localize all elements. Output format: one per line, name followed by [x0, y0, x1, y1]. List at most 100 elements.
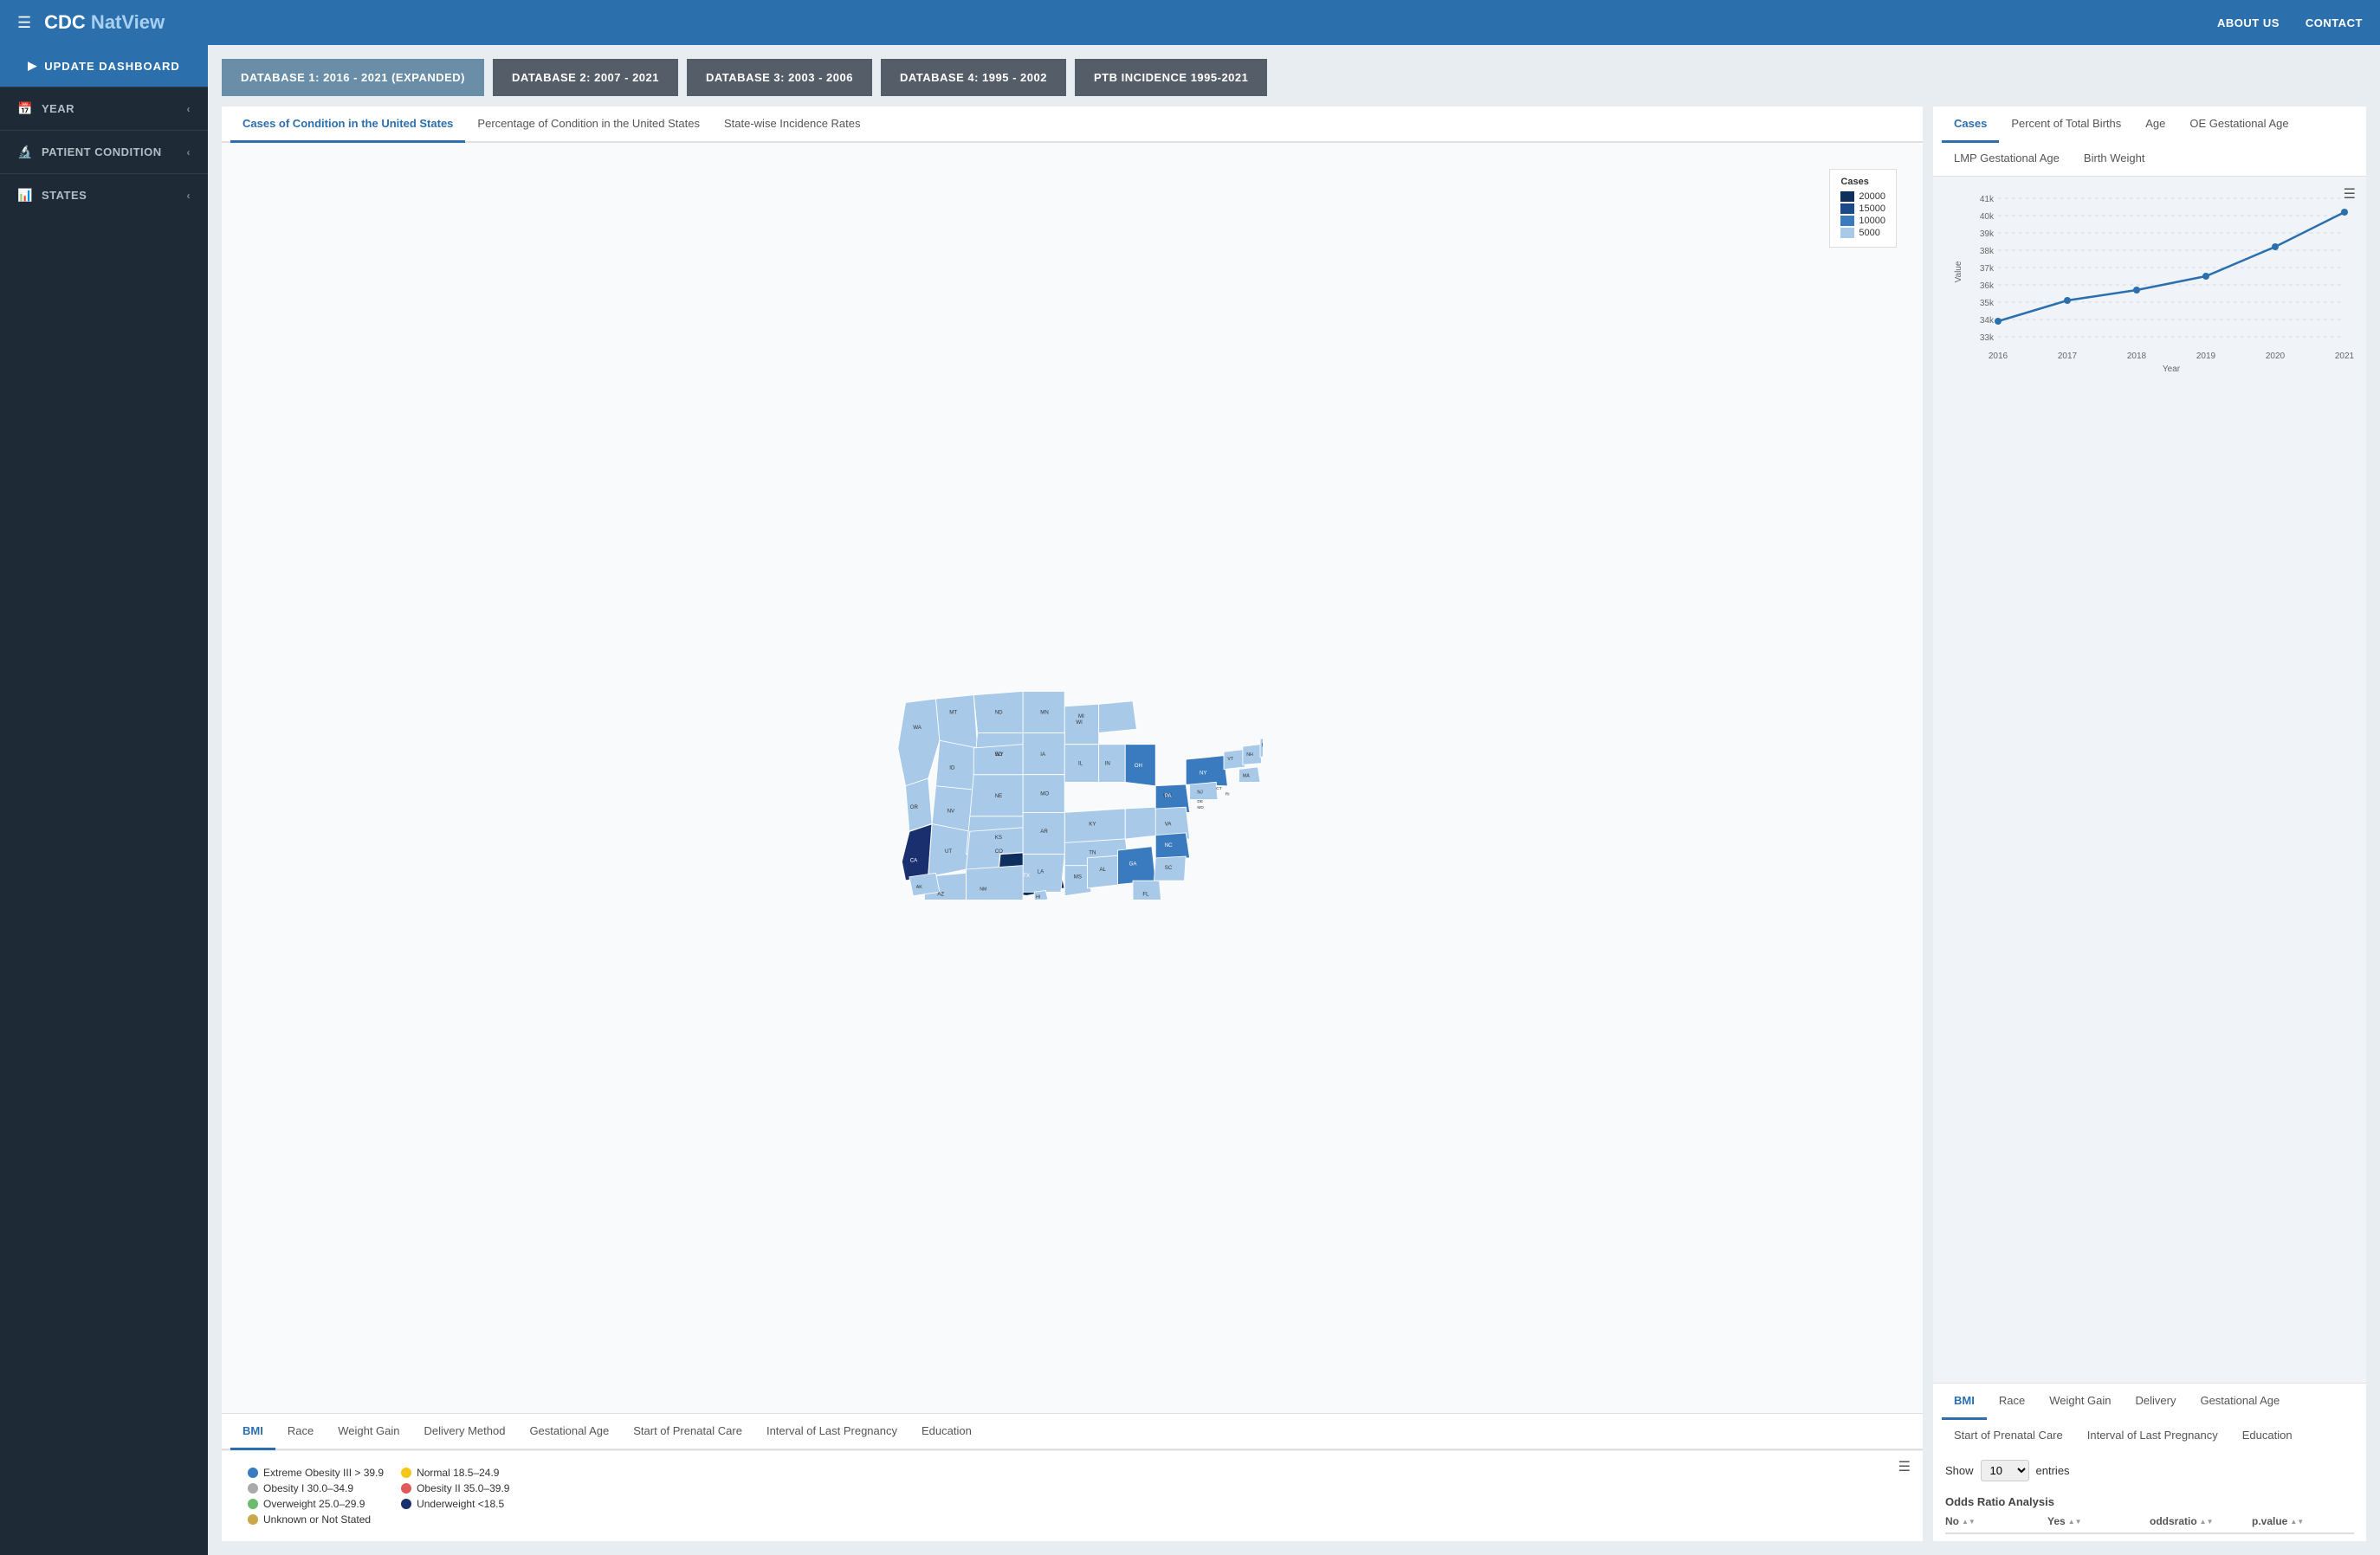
state-label-hi: HI: [1036, 894, 1040, 900]
right-tab-oe-gestational[interactable]: OE Gestational Age: [2177, 106, 2300, 143]
right-bottom-tab-race[interactable]: Race: [1987, 1384, 2037, 1420]
bmi-legend-area: Extreme Obesity III > 39.9 Normal 18.5–2…: [222, 1450, 1923, 1541]
main-content: DATABASE 1: 2016 - 2021 (EXPANDED) DATAB…: [208, 45, 2380, 1555]
sort-yes-icon[interactable]: ▲▼: [2068, 1518, 2082, 1526]
state-mi: [1099, 700, 1137, 732]
tab-statewise[interactable]: State-wise Incidence Rates: [712, 106, 873, 143]
sidebar: ▶ UPDATE DASHBOARD 📅 YEAR ‹ 🔬 PATIENT CO…: [0, 45, 208, 1555]
bmi-dot-obesity1: [248, 1483, 258, 1494]
left-tab-prenatal-care[interactable]: Start of Prenatal Care: [621, 1414, 754, 1450]
bmi-dot-normal: [401, 1468, 411, 1478]
bmi-dot-obesity2: [401, 1483, 411, 1494]
right-bottom-tab-prenatal-care[interactable]: Start of Prenatal Care: [1942, 1418, 2075, 1455]
odds-col-oddsratio: oddsratio ▲▼: [2150, 1515, 2252, 1527]
right-tab-lmp-gestational[interactable]: LMP Gestational Age: [1942, 141, 2072, 177]
sidebar-item-patient-condition[interactable]: 🔬 PATIENT CONDITION ‹: [0, 130, 208, 173]
about-us-link[interactable]: ABOUT US: [2217, 16, 2280, 29]
right-panel: Cases Percent of Total Births Age OE Ges…: [1933, 106, 2366, 1541]
right-bottom-tabs: BMI Race Weight Gain Delivery Gestationa…: [1933, 1383, 2366, 1453]
state-label-pa: PA: [1165, 792, 1173, 798]
ptb-incidence-button[interactable]: PTB INCIDENCE 1995-2021: [1075, 59, 1267, 96]
state-label-co: CO: [995, 848, 1003, 854]
right-tab-percent-total[interactable]: Percent of Total Births: [1999, 106, 2133, 143]
map-legend: Cases 20000 15000 10000: [1829, 169, 1897, 248]
state-label-wy: WY: [995, 751, 1004, 757]
sort-pvalue-icon[interactable]: ▲▼: [2290, 1518, 2304, 1526]
state-label-ks: KS: [995, 835, 1002, 841]
sidebar-item-states[interactable]: 📊 STATES ‹: [0, 173, 208, 216]
state-label-mi: MI: [1078, 713, 1084, 719]
right-tab-birth-weight[interactable]: Birth Weight: [2072, 141, 2157, 177]
svg-text:2017: 2017: [2058, 352, 2078, 361]
right-bottom-tab-education[interactable]: Education: [2230, 1418, 2305, 1455]
svg-text:2018: 2018: [2127, 352, 2147, 361]
state-label-nh: NH: [1246, 752, 1253, 757]
app-logo: CDC NatView: [44, 11, 165, 34]
tab-percentage-us[interactable]: Percentage of Condition in the United St…: [465, 106, 712, 143]
right-bottom-tab-weight-gain[interactable]: Weight Gain: [2037, 1384, 2123, 1420]
app-container: ▶ UPDATE DASHBOARD 📅 YEAR ‹ 🔬 PATIENT CO…: [0, 45, 2380, 1555]
state-id: [936, 740, 978, 790]
state-label-ak: AK: [916, 884, 923, 889]
svg-text:39k: 39k: [1980, 229, 1995, 239]
right-tab-cases[interactable]: Cases: [1942, 106, 1999, 143]
database-1-button[interactable]: DATABASE 1: 2016 - 2021 (EXPANDED): [222, 59, 484, 96]
flask-icon: 🔬: [17, 145, 33, 159]
play-icon: ▶: [28, 59, 37, 73]
data-point-2021: [2341, 209, 2348, 216]
database-4-button[interactable]: DATABASE 4: 1995 - 2002: [881, 59, 1066, 96]
contact-link[interactable]: CONTACT: [2306, 16, 2363, 29]
bmi-chart-menu-icon[interactable]: ☰: [1898, 1458, 1911, 1475]
state-label-ny: NY: [1200, 770, 1207, 776]
odds-col-yes: Yes ▲▼: [2047, 1515, 2150, 1527]
chart-menu-icon[interactable]: ☰: [2344, 185, 2356, 203]
state-label-sc: SC: [1165, 865, 1173, 871]
state-label-nv: NV: [947, 808, 955, 814]
state-label-az: AZ: [937, 891, 944, 897]
sort-oddsratio-icon[interactable]: ▲▼: [2200, 1518, 2214, 1526]
state-label-id: ID: [949, 765, 955, 771]
hamburger-menu-icon[interactable]: ☰: [17, 14, 31, 32]
left-tab-race[interactable]: Race: [275, 1414, 326, 1450]
entries-select[interactable]: 5 10 25 50 100: [1981, 1460, 2029, 1481]
state-label-ne: NE: [995, 792, 1003, 798]
legend-item-10000: 10000: [1840, 216, 1885, 226]
left-tab-delivery-method[interactable]: Delivery Method: [412, 1414, 518, 1450]
bmi-legend-extreme-obesity: Extreme Obesity III > 39.9: [248, 1467, 384, 1479]
map-icon: 📊: [17, 188, 33, 203]
left-tab-gestational-age[interactable]: Gestational Age: [517, 1414, 621, 1450]
left-tab-education[interactable]: Education: [909, 1414, 984, 1450]
right-bottom-tab-interval[interactable]: Interval of Last Pregnancy: [2075, 1418, 2230, 1455]
bmi-dot-unknown: [248, 1514, 258, 1525]
database-2-button[interactable]: DATABASE 2: 2007 - 2021: [493, 59, 678, 96]
header-navigation: ABOUT US CONTACT: [2217, 16, 2363, 29]
state-label-va: VA: [1165, 821, 1173, 827]
line-chart-line: [1998, 212, 2344, 321]
left-tab-interval[interactable]: Interval of Last Pregnancy: [754, 1414, 909, 1450]
state-label-oh: OH: [1135, 762, 1142, 768]
bmi-legend-overweight: Overweight 25.0–29.9: [248, 1498, 384, 1510]
right-bottom-tab-gestational-age[interactable]: Gestational Age: [2188, 1384, 2292, 1420]
left-panel: Cases of Condition in the United States …: [222, 106, 1923, 1541]
chevron-condition-icon: ‹: [187, 146, 191, 158]
state-wa: [898, 699, 940, 786]
bmi-dot-overweight: [248, 1499, 258, 1509]
us-map-area: WA OR CA MT ID NV UT ND SD NE KS WY CO T…: [222, 143, 1923, 1413]
right-tab-age[interactable]: Age: [2133, 106, 2177, 143]
sidebar-item-year[interactable]: 📅 YEAR ‹: [0, 87, 208, 130]
svg-text:40k: 40k: [1980, 212, 1995, 222]
left-tab-bmi[interactable]: BMI: [230, 1414, 275, 1450]
bmi-dot-underweight: [401, 1499, 411, 1509]
tab-cases-us[interactable]: Cases of Condition in the United States: [230, 106, 465, 143]
show-label: Show: [1945, 1464, 1974, 1477]
state-label-wa: WA: [913, 725, 922, 731]
sort-no-icon[interactable]: ▲▼: [1962, 1518, 1976, 1526]
update-dashboard-button[interactable]: ▶ UPDATE DASHBOARD: [0, 45, 208, 87]
database-3-button[interactable]: DATABASE 3: 2003 - 2006: [687, 59, 872, 96]
right-bottom-tab-delivery[interactable]: Delivery: [2124, 1384, 2189, 1420]
svg-text:Year: Year: [2163, 365, 2181, 374]
state-ca: [902, 823, 932, 881]
left-tab-weight-gain[interactable]: Weight Gain: [326, 1414, 411, 1450]
right-bottom-tab-bmi[interactable]: BMI: [1942, 1384, 1987, 1420]
bmi-legend-obesity1: Obesity I 30.0–34.9: [248, 1482, 384, 1494]
